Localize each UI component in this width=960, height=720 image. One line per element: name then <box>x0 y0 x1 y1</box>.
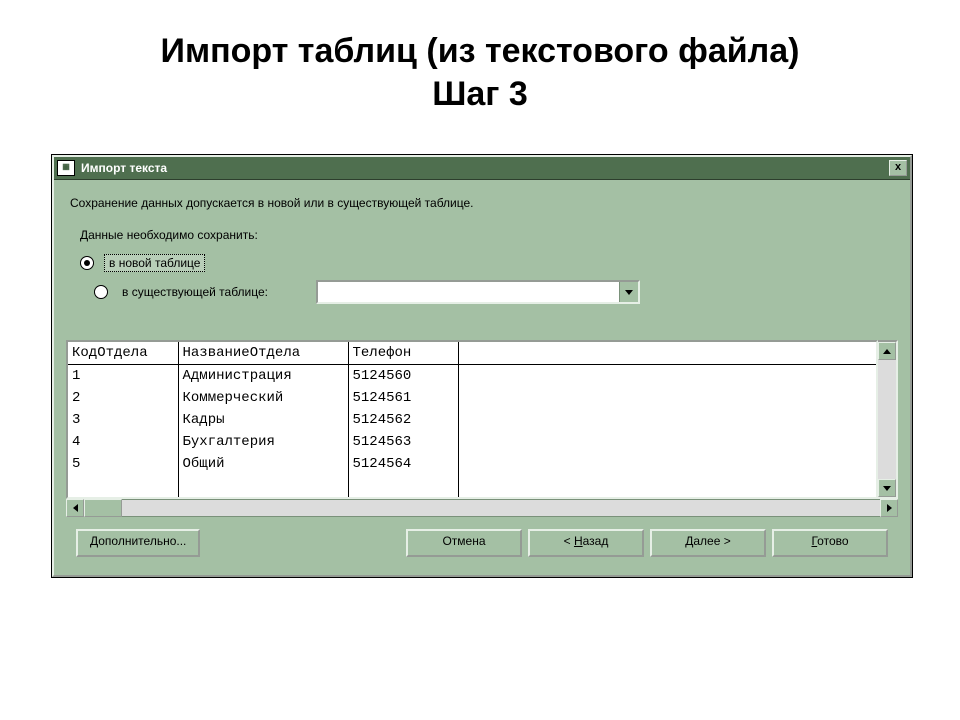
vertical-scrollbar[interactable] <box>878 340 898 499</box>
cell: 5124560 <box>348 365 458 388</box>
next-post: алее > <box>693 534 730 548</box>
table-row: 3 Кадры 5124562 <box>68 409 876 431</box>
dialog-prompt: Данные необходимо сохранить: <box>80 228 894 242</box>
scroll-track[interactable] <box>878 360 896 479</box>
titlebar[interactable]: ▦ Импорт текста x <box>54 157 910 180</box>
table-row: 1 Администрация 5124560 <box>68 365 876 388</box>
dialog-description: Сохранение данных допускается в новой ил… <box>70 196 894 210</box>
preview-grid: КодОтдела НазваниеОтдела Телефон 1 <box>66 340 878 499</box>
cell: Бухгалтерия <box>178 431 348 453</box>
cell: 5 <box>68 453 178 475</box>
col-header: Телефон <box>348 342 458 365</box>
cell-empty <box>458 409 876 431</box>
table-row: 4 Бухгалтерия 5124563 <box>68 431 876 453</box>
col-header: НазваниеОтдела <box>178 342 348 365</box>
slide-heading: Импорт таблиц (из текстового файла) Шаг … <box>0 0 960 115</box>
close-icon[interactable]: x <box>889 160 907 176</box>
scroll-right-button[interactable] <box>880 499 898 517</box>
existing-table-field[interactable] <box>318 282 619 302</box>
scroll-up-button[interactable] <box>878 342 896 360</box>
finish-post: отово <box>817 534 848 548</box>
cell-empty <box>458 431 876 453</box>
col-header-empty <box>458 342 876 365</box>
back-post: азад <box>583 534 609 548</box>
window-title: Импорт текста <box>81 161 167 175</box>
heading-line-2: Шаг 3 <box>0 73 960 116</box>
cancel-button[interactable]: Отмена <box>406 529 522 557</box>
cell: 4 <box>68 431 178 453</box>
back-pre: < <box>564 534 574 548</box>
finish-button[interactable]: Готово <box>772 529 888 557</box>
chevron-down-icon <box>625 290 633 295</box>
chevron-down-icon <box>883 486 891 491</box>
cell: 5124562 <box>348 409 458 431</box>
chevron-up-icon <box>883 349 891 354</box>
cell: Администрация <box>178 365 348 388</box>
back-mnemonic: Н <box>574 534 583 548</box>
scroll-track[interactable] <box>122 499 880 517</box>
horizontal-scrollbar[interactable] <box>66 499 898 517</box>
chevron-right-icon <box>887 504 892 512</box>
cell: Общий <box>178 453 348 475</box>
cell: 5124564 <box>348 453 458 475</box>
window-icon: ▦ <box>57 160 75 176</box>
cell-empty <box>458 475 876 497</box>
cell <box>178 475 348 497</box>
heading-line-1: Импорт таблиц (из текстового файла) <box>0 30 960 73</box>
cell <box>68 475 178 497</box>
cell-empty <box>458 453 876 475</box>
table-row <box>68 475 876 497</box>
cell: Кадры <box>178 409 348 431</box>
next-button[interactable]: Далее > <box>650 529 766 557</box>
scroll-down-button[interactable] <box>878 479 896 497</box>
cell <box>348 475 458 497</box>
radio-new-table-label[interactable]: в новой таблице <box>104 254 205 272</box>
cell: 3 <box>68 409 178 431</box>
cell-empty <box>458 387 876 409</box>
scroll-thumb[interactable] <box>84 499 122 517</box>
chevron-left-icon <box>73 504 78 512</box>
col-header: КодОтдела <box>68 342 178 365</box>
table-row: 5 Общий 5124564 <box>68 453 876 475</box>
cell: 5124561 <box>348 387 458 409</box>
cell: 5124563 <box>348 431 458 453</box>
radio-existing-table[interactable] <box>94 285 108 299</box>
radio-existing-table-label[interactable]: в существующей таблице: <box>118 284 272 300</box>
cell: Коммерческий <box>178 387 348 409</box>
cell: 1 <box>68 365 178 388</box>
additional-button[interactable]: Дополнительно... <box>76 529 200 557</box>
table-row: 2 Коммерческий 5124561 <box>68 387 876 409</box>
combo-dropdown-button[interactable] <box>619 282 638 302</box>
cell-empty <box>458 365 876 388</box>
scroll-left-button[interactable] <box>66 499 84 517</box>
radio-new-table[interactable] <box>80 256 94 270</box>
back-button[interactable]: < Назад <box>528 529 644 557</box>
cell: 2 <box>68 387 178 409</box>
import-text-dialog: ▦ Импорт текста x Сохранение данных допу… <box>52 155 912 577</box>
table-header-row: КодОтдела НазваниеОтдела Телефон <box>68 342 876 365</box>
existing-table-combo[interactable] <box>316 280 640 304</box>
